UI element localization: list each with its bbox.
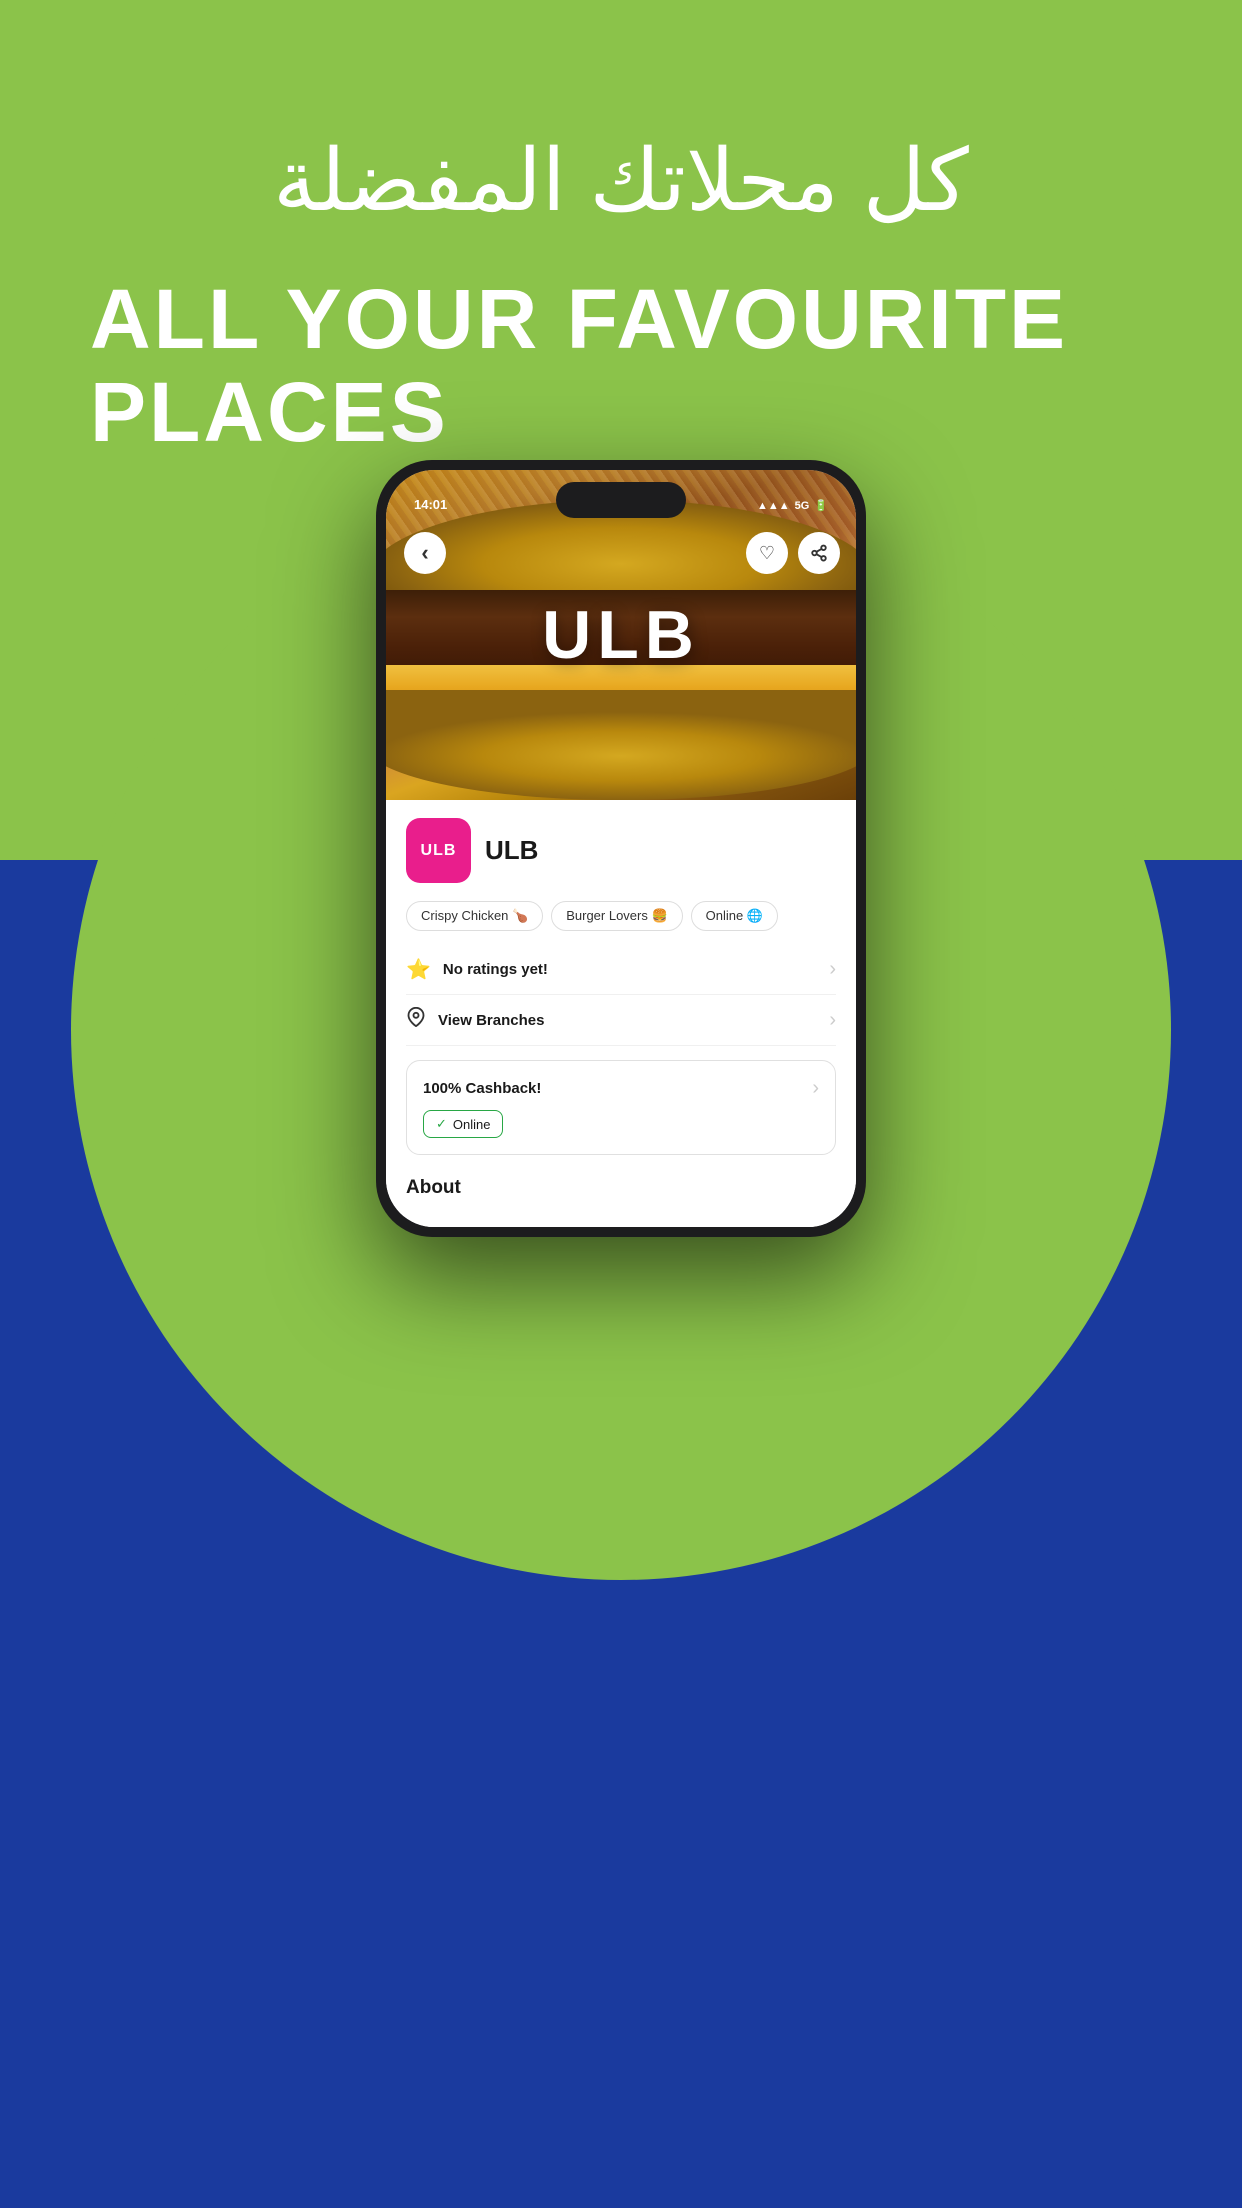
network-label: 5G (795, 500, 810, 512)
phone-wrapper: 14:01 ▲▲▲ 5G 🔋 (376, 460, 866, 1237)
back-button[interactable]: ‹ (404, 532, 446, 574)
tag-crispy-chicken[interactable]: Crispy Chicken 🍗 (406, 901, 543, 931)
status-time: 14:01 (414, 497, 447, 512)
hero-brand-text: ULB (542, 596, 700, 674)
tag-online[interactable]: Online 🌐 (691, 901, 778, 931)
cashback-badge-text: Online (453, 1117, 491, 1132)
heart-button[interactable]: ♡ (746, 532, 788, 574)
brand-logo: ULB (406, 818, 471, 883)
ratings-left: ⭐ No ratings yet! (406, 957, 548, 982)
burger-bun-bottom (386, 690, 856, 800)
star-icon: ⭐ (406, 957, 431, 982)
brand-row: ULB ULB (406, 818, 836, 883)
ratings-text: No ratings yet! (443, 961, 548, 978)
about-title: About (406, 1177, 461, 1198)
branches-left: View Branches (406, 1007, 544, 1033)
arabic-title: كل محلاتك المفضلة (90, 130, 1152, 233)
signal-icon: ▲▲▲ (757, 500, 790, 512)
ratings-row[interactable]: ⭐ No ratings yet! › (406, 945, 836, 995)
brand-name: ULB (485, 835, 538, 866)
check-icon: ✓ (436, 1116, 447, 1132)
cashback-card[interactable]: 100% Cashback! › ✓ Online (406, 1060, 836, 1155)
dynamic-island (556, 482, 686, 518)
tag-burger-lovers[interactable]: Burger Lovers 🍔 (551, 901, 682, 931)
header-text: كل محلاتك المفضلة ALL YOUR FAVOURITE PLA… (0, 130, 1242, 458)
english-title: ALL YOUR FAVOURITE PLACES (90, 273, 1152, 458)
cashback-title: 100% Cashback! (423, 1080, 541, 1097)
share-button[interactable] (798, 532, 840, 574)
cashback-badge: ✓ Online (423, 1110, 503, 1138)
status-icons: ▲▲▲ 5G 🔋 (757, 499, 828, 512)
phone-screen: 14:01 ▲▲▲ 5G 🔋 (386, 470, 856, 1227)
location-icon (406, 1007, 426, 1033)
battery-icon: 🔋 (814, 499, 828, 512)
tags-row: Crispy Chicken 🍗 Burger Lovers 🍔 Online … (406, 901, 836, 931)
ratings-chevron: › (829, 958, 836, 981)
cashback-header: 100% Cashback! › (423, 1077, 819, 1100)
content-area: ULB ULB Crispy Chicken 🍗 Burger Lovers 🍔… (386, 800, 856, 1227)
phone-frame: 14:01 ▲▲▲ 5G 🔋 (376, 460, 866, 1237)
branches-chevron: › (829, 1009, 836, 1032)
branches-text: View Branches (438, 1012, 544, 1029)
about-section: About (406, 1169, 836, 1199)
cashback-chevron: › (812, 1077, 819, 1100)
branches-row[interactable]: View Branches › (406, 995, 836, 1046)
